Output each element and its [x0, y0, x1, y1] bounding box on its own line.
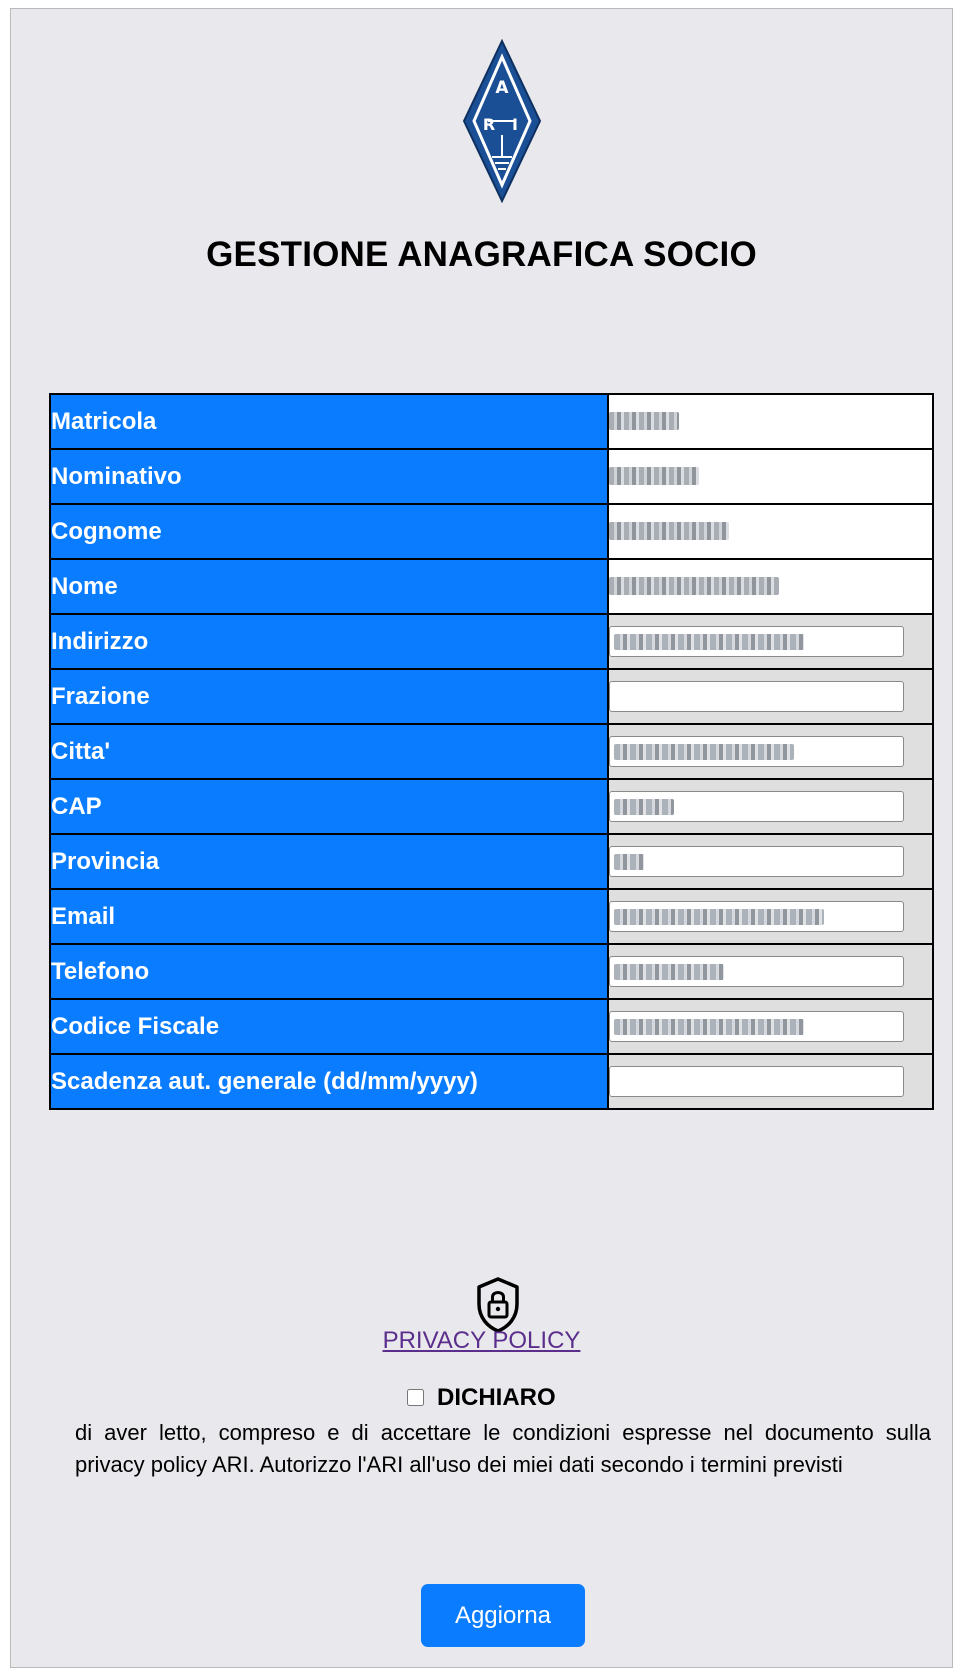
redacted-value — [614, 963, 724, 980]
redacted-value — [614, 743, 794, 760]
field-label: Matricola — [49, 393, 609, 450]
field-value-cell — [607, 888, 934, 945]
field-label: Telefono — [49, 943, 609, 1000]
field-label: Citta' — [49, 723, 609, 780]
page-title: GESTIONE ANAGRAFICA SOCIO — [206, 235, 757, 274]
table-row: CAP — [49, 778, 934, 835]
table-row: Provincia — [49, 833, 934, 890]
table-row: Matricola — [49, 393, 934, 450]
table-row: Scadenza aut. generale (dd/mm/yyyy) — [49, 1053, 934, 1110]
table-row: Nome — [49, 558, 934, 615]
field-input[interactable] — [609, 956, 904, 987]
field-value-cell — [607, 778, 934, 835]
declare-row: DICHIARO — [11, 1384, 952, 1412]
shield-lock-icon — [477, 1277, 519, 1333]
field-label: Codice Fiscale — [49, 998, 609, 1055]
field-input[interactable] — [609, 681, 904, 712]
field-label: Indirizzo — [49, 613, 609, 670]
redacted-value — [609, 467, 699, 486]
redacted-value — [614, 908, 824, 925]
redacted-value — [609, 412, 679, 431]
field-value-cell — [607, 558, 934, 615]
table-row: Frazione — [49, 668, 934, 725]
field-label: Frazione — [49, 668, 609, 725]
table-row: Cognome — [49, 503, 934, 560]
field-value-cell — [607, 943, 934, 1000]
svg-text:I: I — [512, 115, 518, 134]
field-label: Nome — [49, 558, 609, 615]
field-value-cell — [607, 393, 934, 450]
main-panel: A R I GESTIONE ANAGRAFICA SOCIO Matricol… — [10, 8, 953, 1668]
field-value-cell — [607, 833, 934, 890]
privacy-declaration-text: di aver letto, compreso e di accettare l… — [75, 1420, 931, 1477]
member-data-table: Matricola Nominativo Cognome Nome Indirizzo F… — [49, 393, 934, 1110]
redacted-value — [614, 1018, 804, 1035]
redacted-value — [609, 577, 779, 596]
field-input[interactable] — [609, 626, 904, 657]
table-row: Nominativo — [49, 448, 934, 505]
field-value-cell — [607, 723, 934, 780]
privacy-policy-link[interactable]: PRIVACY POLICY — [11, 1327, 952, 1355]
table-row: Citta' — [49, 723, 934, 780]
field-input[interactable] — [609, 846, 904, 877]
field-input[interactable] — [609, 736, 904, 767]
table-row: Email — [49, 888, 934, 945]
redacted-value — [614, 798, 674, 815]
field-label: Nominativo — [49, 448, 609, 505]
declare-checkbox[interactable] — [407, 1389, 425, 1406]
field-value-cell — [607, 668, 934, 725]
field-input[interactable] — [609, 1066, 904, 1097]
field-input[interactable] — [609, 1011, 904, 1042]
svg-text:A: A — [495, 78, 509, 98]
update-button[interactable]: Aggiorna — [421, 1584, 585, 1647]
redacted-value — [609, 522, 729, 541]
field-value-cell — [607, 448, 934, 505]
field-label: CAP — [49, 778, 609, 835]
table-row: Codice Fiscale — [49, 998, 934, 1055]
field-label: Scadenza aut. generale (dd/mm/yyyy) — [49, 1053, 609, 1110]
svg-text:R: R — [483, 115, 495, 134]
table-row: Indirizzo — [49, 613, 934, 670]
table-row: Telefono — [49, 943, 934, 1000]
declare-label: DICHIARO — [437, 1384, 556, 1411]
field-label: Cognome — [49, 503, 609, 560]
field-value-cell — [607, 998, 934, 1055]
field-value-cell — [607, 1053, 934, 1110]
redacted-value — [614, 633, 804, 650]
field-label: Email — [49, 888, 609, 945]
field-value-cell — [607, 503, 934, 560]
field-input[interactable] — [609, 901, 904, 932]
field-input[interactable] — [609, 791, 904, 822]
ari-logo-icon: A R I — [462, 39, 542, 203]
field-label: Provincia — [49, 833, 609, 890]
field-value-cell — [607, 613, 934, 670]
redacted-value — [614, 853, 644, 870]
